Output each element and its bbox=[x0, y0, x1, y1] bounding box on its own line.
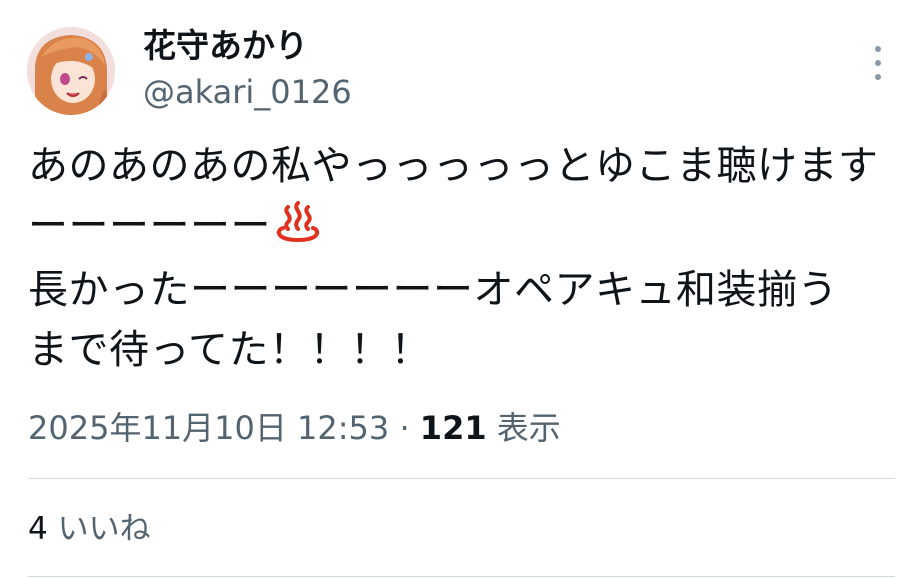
more-dot-icon bbox=[875, 46, 881, 52]
more-dot-icon bbox=[875, 74, 881, 80]
tweet-meta: 2025年11月10日 12:53 · 121 表示 bbox=[28, 407, 561, 449]
tweet-timestamp[interactable]: 2025年11月10日 12:53 bbox=[28, 409, 389, 447]
tweet-line: あのあのあの私やっっっっっとゆこま聴けます bbox=[28, 143, 879, 189]
views-count: 121 bbox=[419, 409, 487, 447]
tweet-text: あのあのあの私やっっっっっとゆこま聴けます ーーーーーー 長かったーーーーーーー… bbox=[28, 136, 908, 380]
likes-link[interactable]: 4 いいね bbox=[28, 508, 151, 550]
divider bbox=[28, 478, 895, 479]
author-display-name[interactable]: 花守あかり bbox=[143, 26, 308, 66]
more-dot-icon bbox=[875, 60, 881, 66]
divider bbox=[28, 576, 895, 577]
views-label: 表示 bbox=[496, 409, 561, 447]
more-options-button[interactable] bbox=[868, 46, 888, 80]
tweet-line: まで待ってた！！！！ bbox=[28, 327, 431, 373]
likes-count: 4 bbox=[28, 511, 48, 547]
hot-springs-icon bbox=[275, 200, 321, 260]
tweet-line: 長かったーーーーーーーオペアキュ和装揃う bbox=[28, 267, 838, 313]
avatar-image bbox=[27, 27, 115, 115]
likes-label: いいね bbox=[57, 511, 151, 547]
meta-separator: · bbox=[399, 409, 410, 447]
author-handle[interactable]: @akari_0126 bbox=[143, 72, 352, 112]
avatar[interactable] bbox=[27, 27, 115, 115]
tweet-line: ーーーーーー bbox=[28, 196, 908, 260]
tweet-line-text: ーーーーーー bbox=[28, 203, 271, 249]
